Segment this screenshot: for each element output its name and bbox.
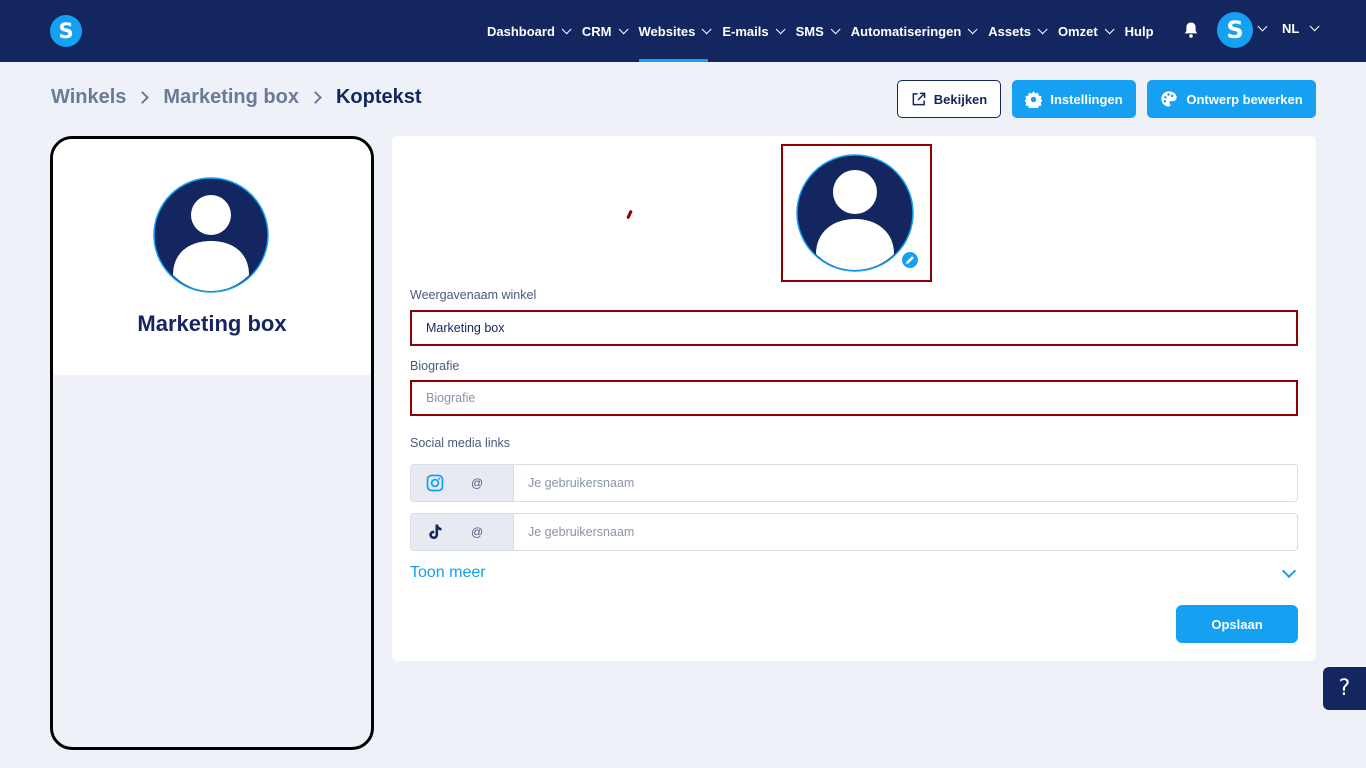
nav-item-websites[interactable]: Websites: [638, 0, 712, 62]
language-selector[interactable]: NL: [1282, 21, 1320, 36]
main-nav: Dashboard CRM Websites E-mails SMS Automatise…: [487, 0, 1168, 62]
nav-item-e-mails[interactable]: E-mails: [722, 0, 786, 62]
display-name-label: Weergavenaam winkel: [410, 288, 537, 302]
nav-item-sms[interactable]: SMS: [795, 0, 841, 62]
nav-item-crm[interactable]: CRM: [581, 0, 629, 62]
bio-label: Biografie: [410, 359, 460, 373]
instagram-icon: [426, 474, 444, 492]
phone-preview: Marketing box: [50, 136, 374, 750]
avatar-upload[interactable]: [781, 144, 932, 282]
settings-button[interactable]: Instellingen: [1012, 80, 1136, 118]
chevron-right-icon: [136, 91, 150, 104]
chevron-down-icon: [830, 23, 841, 34]
chevron-down-icon: [702, 23, 712, 34]
breadcrumb-winkels[interactable]: Winkels: [51, 86, 126, 109]
language-label: NL: [1282, 21, 1300, 36]
view-button-label: Bekijken: [933, 91, 988, 107]
cursor-mark: [626, 209, 633, 220]
chevron-down-icon: [1037, 23, 1048, 34]
edit-design-button[interactable]: Ontwerp bewerken: [1147, 80, 1316, 118]
chevron-down-icon: [967, 23, 978, 34]
user-avatar[interactable]: S: [1217, 12, 1253, 48]
store-avatar-preview: [153, 177, 269, 293]
chevron-down-icon: [618, 23, 629, 34]
nav-item-automatiseringen[interactable]: Automatiseringen: [850, 0, 978, 62]
nav-item-assets[interactable]: Assets: [988, 0, 1048, 62]
chevron-down-icon: [1310, 21, 1320, 32]
header-form-card: Weergavenaam winkel Marketing box Biogra…: [392, 136, 1316, 661]
page-title: Koptekst: [335, 86, 422, 108]
edit-design-button-label: Ontwerp bewerken: [1186, 91, 1303, 107]
view-button[interactable]: Bekijken: [897, 80, 1001, 118]
nav-item-label: Websites: [638, 23, 696, 39]
tiktok-icon: [429, 524, 442, 539]
palette-icon: [1161, 91, 1177, 107]
instagram-field: @ Je gebruikersnaam: [410, 464, 1298, 502]
tiktok-field: @ Je gebruikersnaam: [410, 513, 1298, 551]
nav-item-hulp[interactable]: Hulp: [1125, 0, 1154, 62]
settings-button-label: Instellingen: [1050, 91, 1123, 107]
breadcrumb-store[interactable]: Marketing box: [163, 86, 299, 109]
at-prefix: @: [471, 525, 484, 539]
chevron-right-icon: [309, 91, 322, 104]
edit-avatar-button[interactable]: [900, 250, 920, 270]
display-name-input[interactable]: Marketing box: [410, 310, 1298, 346]
bio-input[interactable]: Biografie: [410, 380, 1298, 416]
top-navbar: S Dashboard CRM Websites E-mails SMS Automati…: [0, 0, 1366, 62]
nav-item-label: SMS: [795, 23, 824, 39]
save-button[interactable]: Opslaan: [1176, 605, 1298, 643]
nav-item-dashboard[interactable]: Dashboard: [487, 0, 572, 62]
bell-icon[interactable]: [1183, 21, 1199, 39]
chevron-down-icon[interactable]: [1257, 21, 1268, 32]
nav-item-label: Assets: [988, 23, 1031, 39]
chevron-down-icon[interactable]: [1281, 563, 1297, 579]
tiktok-prefix: @: [411, 514, 514, 550]
brand-logo[interactable]: S: [50, 15, 82, 47]
nav-item-label: E-mails: [722, 23, 769, 39]
nav-item-label: CRM: [581, 23, 612, 39]
store-avatar: [796, 154, 914, 272]
help-button[interactable]: ?: [1323, 667, 1366, 710]
nav-item-label: Hulp: [1124, 23, 1154, 39]
external-link-icon: [912, 92, 926, 105]
instagram-username-input[interactable]: Je gebruikersnaam: [514, 465, 1297, 501]
nav-item-label: Omzet: [1057, 23, 1098, 39]
show-more-toggle[interactable]: Toon meer: [410, 564, 486, 582]
preview-store-name: Marketing box: [137, 311, 287, 336]
tiktok-username-input[interactable]: Je gebruikersnaam: [514, 514, 1297, 550]
preview-header: Marketing box: [53, 139, 371, 375]
social-links-label: Social media links: [410, 436, 511, 450]
instagram-prefix: @: [411, 465, 514, 501]
gear-icon: [1025, 90, 1043, 108]
chevron-down-icon: [561, 23, 572, 34]
pencil-icon: [906, 256, 914, 264]
chevron-down-icon: [775, 23, 786, 34]
at-prefix: @: [471, 476, 484, 490]
breadcrumb: Winkels Marketing box Koptekst: [51, 86, 422, 109]
chevron-down-icon: [1104, 23, 1115, 34]
nav-item-label: Automatiseringen: [850, 23, 962, 39]
nav-item-omzet[interactable]: Omzet: [1057, 0, 1115, 62]
nav-item-label: Dashboard: [487, 23, 555, 39]
